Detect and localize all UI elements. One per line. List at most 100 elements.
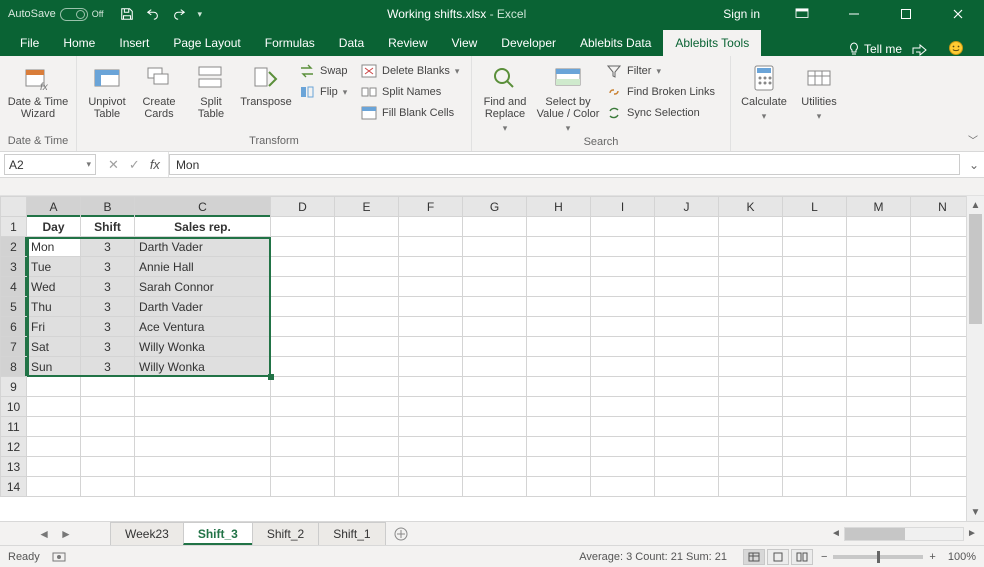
- cell[interactable]: Day: [27, 217, 81, 237]
- cell[interactable]: [847, 477, 911, 497]
- tab-view[interactable]: View: [440, 30, 490, 56]
- cell[interactable]: [783, 217, 847, 237]
- cell[interactable]: [271, 337, 335, 357]
- cell[interactable]: [271, 457, 335, 477]
- cell[interactable]: [527, 337, 591, 357]
- zoom-out-icon[interactable]: −: [821, 551, 827, 563]
- row-header[interactable]: 12: [1, 437, 27, 457]
- cell[interactable]: [911, 357, 967, 377]
- row-header[interactable]: 6: [1, 317, 27, 337]
- cell[interactable]: [135, 457, 271, 477]
- cell[interactable]: [135, 437, 271, 457]
- select-by-value-color-button[interactable]: Select by Value / Color▾: [536, 60, 600, 134]
- cell[interactable]: 3: [81, 357, 135, 377]
- cell[interactable]: [655, 477, 719, 497]
- cell[interactable]: [335, 337, 399, 357]
- cell[interactable]: [527, 377, 591, 397]
- cell[interactable]: [335, 377, 399, 397]
- cell[interactable]: [527, 317, 591, 337]
- cell[interactable]: Mon: [27, 237, 81, 257]
- cell[interactable]: [463, 457, 527, 477]
- cell[interactable]: [271, 317, 335, 337]
- cell[interactable]: [335, 397, 399, 417]
- cell[interactable]: [399, 397, 463, 417]
- cell[interactable]: [719, 417, 783, 437]
- cell[interactable]: [655, 357, 719, 377]
- formula-bar[interactable]: Mon: [169, 154, 960, 175]
- cell[interactable]: [591, 237, 655, 257]
- cell[interactable]: [335, 317, 399, 337]
- cell[interactable]: [847, 337, 911, 357]
- tab-ablebits-tools[interactable]: Ablebits Tools: [663, 30, 761, 56]
- cell[interactable]: [271, 437, 335, 457]
- cell[interactable]: [399, 237, 463, 257]
- row-header[interactable]: 3: [1, 257, 27, 277]
- cell[interactable]: [27, 417, 81, 437]
- cell[interactable]: [135, 397, 271, 417]
- autosave-control[interactable]: AutoSave Off: [0, 8, 112, 21]
- cell[interactable]: [271, 397, 335, 417]
- cell[interactable]: [719, 277, 783, 297]
- cell[interactable]: [271, 357, 335, 377]
- ribbon-options-icon[interactable]: [780, 0, 824, 28]
- cell[interactable]: [81, 377, 135, 397]
- column-header[interactable]: G: [463, 197, 527, 217]
- find-and-replace-button[interactable]: Find and Replace▾: [478, 60, 532, 134]
- cell[interactable]: [81, 417, 135, 437]
- cell[interactable]: [719, 337, 783, 357]
- column-header[interactable]: F: [399, 197, 463, 217]
- cell[interactable]: [335, 217, 399, 237]
- cell[interactable]: Darth Vader: [135, 237, 271, 257]
- column-header[interactable]: B: [81, 197, 135, 217]
- cell[interactable]: [655, 277, 719, 297]
- cell[interactable]: [591, 477, 655, 497]
- cell[interactable]: [463, 337, 527, 357]
- zoom-slider[interactable]: [833, 555, 923, 559]
- view-page-layout-icon[interactable]: [767, 549, 789, 565]
- collapse-ribbon-icon[interactable]: ﹀: [968, 132, 978, 147]
- hscroll-left-icon[interactable]: ◄: [828, 528, 844, 539]
- cell[interactable]: [591, 417, 655, 437]
- cell[interactable]: [335, 417, 399, 437]
- calculate-button[interactable]: Calculate▾: [737, 60, 791, 122]
- maximize-icon[interactable]: [884, 0, 928, 28]
- formula-bar-expand-icon[interactable]: ⌄: [964, 152, 984, 177]
- unpivot-table-button[interactable]: Unpivot Table: [83, 60, 131, 120]
- column-header[interactable]: H: [527, 197, 591, 217]
- cell[interactable]: [719, 477, 783, 497]
- cell[interactable]: 3: [81, 257, 135, 277]
- cell[interactable]: Tue: [27, 257, 81, 277]
- cell[interactable]: [335, 437, 399, 457]
- column-header[interactable]: E: [335, 197, 399, 217]
- cell[interactable]: 3: [81, 297, 135, 317]
- row-header[interactable]: 10: [1, 397, 27, 417]
- cell[interactable]: [847, 397, 911, 417]
- sheet-tab[interactable]: Shift_2: [252, 522, 319, 545]
- cell[interactable]: [847, 217, 911, 237]
- cell[interactable]: [719, 257, 783, 277]
- cell[interactable]: [911, 237, 967, 257]
- cell[interactable]: [591, 397, 655, 417]
- cell[interactable]: Ace Ventura: [135, 317, 271, 337]
- cell[interactable]: [911, 457, 967, 477]
- cancel-formula-icon[interactable]: ✕: [108, 157, 119, 173]
- cell[interactable]: [27, 437, 81, 457]
- cell[interactable]: [911, 217, 967, 237]
- cell[interactable]: [463, 357, 527, 377]
- sync-selection-button[interactable]: Sync Selection: [604, 104, 724, 122]
- cell[interactable]: [847, 357, 911, 377]
- column-header[interactable]: C: [135, 197, 271, 217]
- row-header[interactable]: 14: [1, 477, 27, 497]
- vertical-scrollbar[interactable]: ▲ ▼: [966, 196, 984, 521]
- split-names-button[interactable]: Split Names: [359, 83, 465, 101]
- row-header[interactable]: 11: [1, 417, 27, 437]
- share-icon[interactable]: [912, 42, 948, 56]
- cell[interactable]: [527, 357, 591, 377]
- cell[interactable]: [655, 337, 719, 357]
- cell[interactable]: Darth Vader: [135, 297, 271, 317]
- cell[interactable]: [655, 437, 719, 457]
- cell[interactable]: [399, 457, 463, 477]
- cell[interactable]: [911, 337, 967, 357]
- cell[interactable]: Sales rep.: [135, 217, 271, 237]
- view-normal-icon[interactable]: [743, 549, 765, 565]
